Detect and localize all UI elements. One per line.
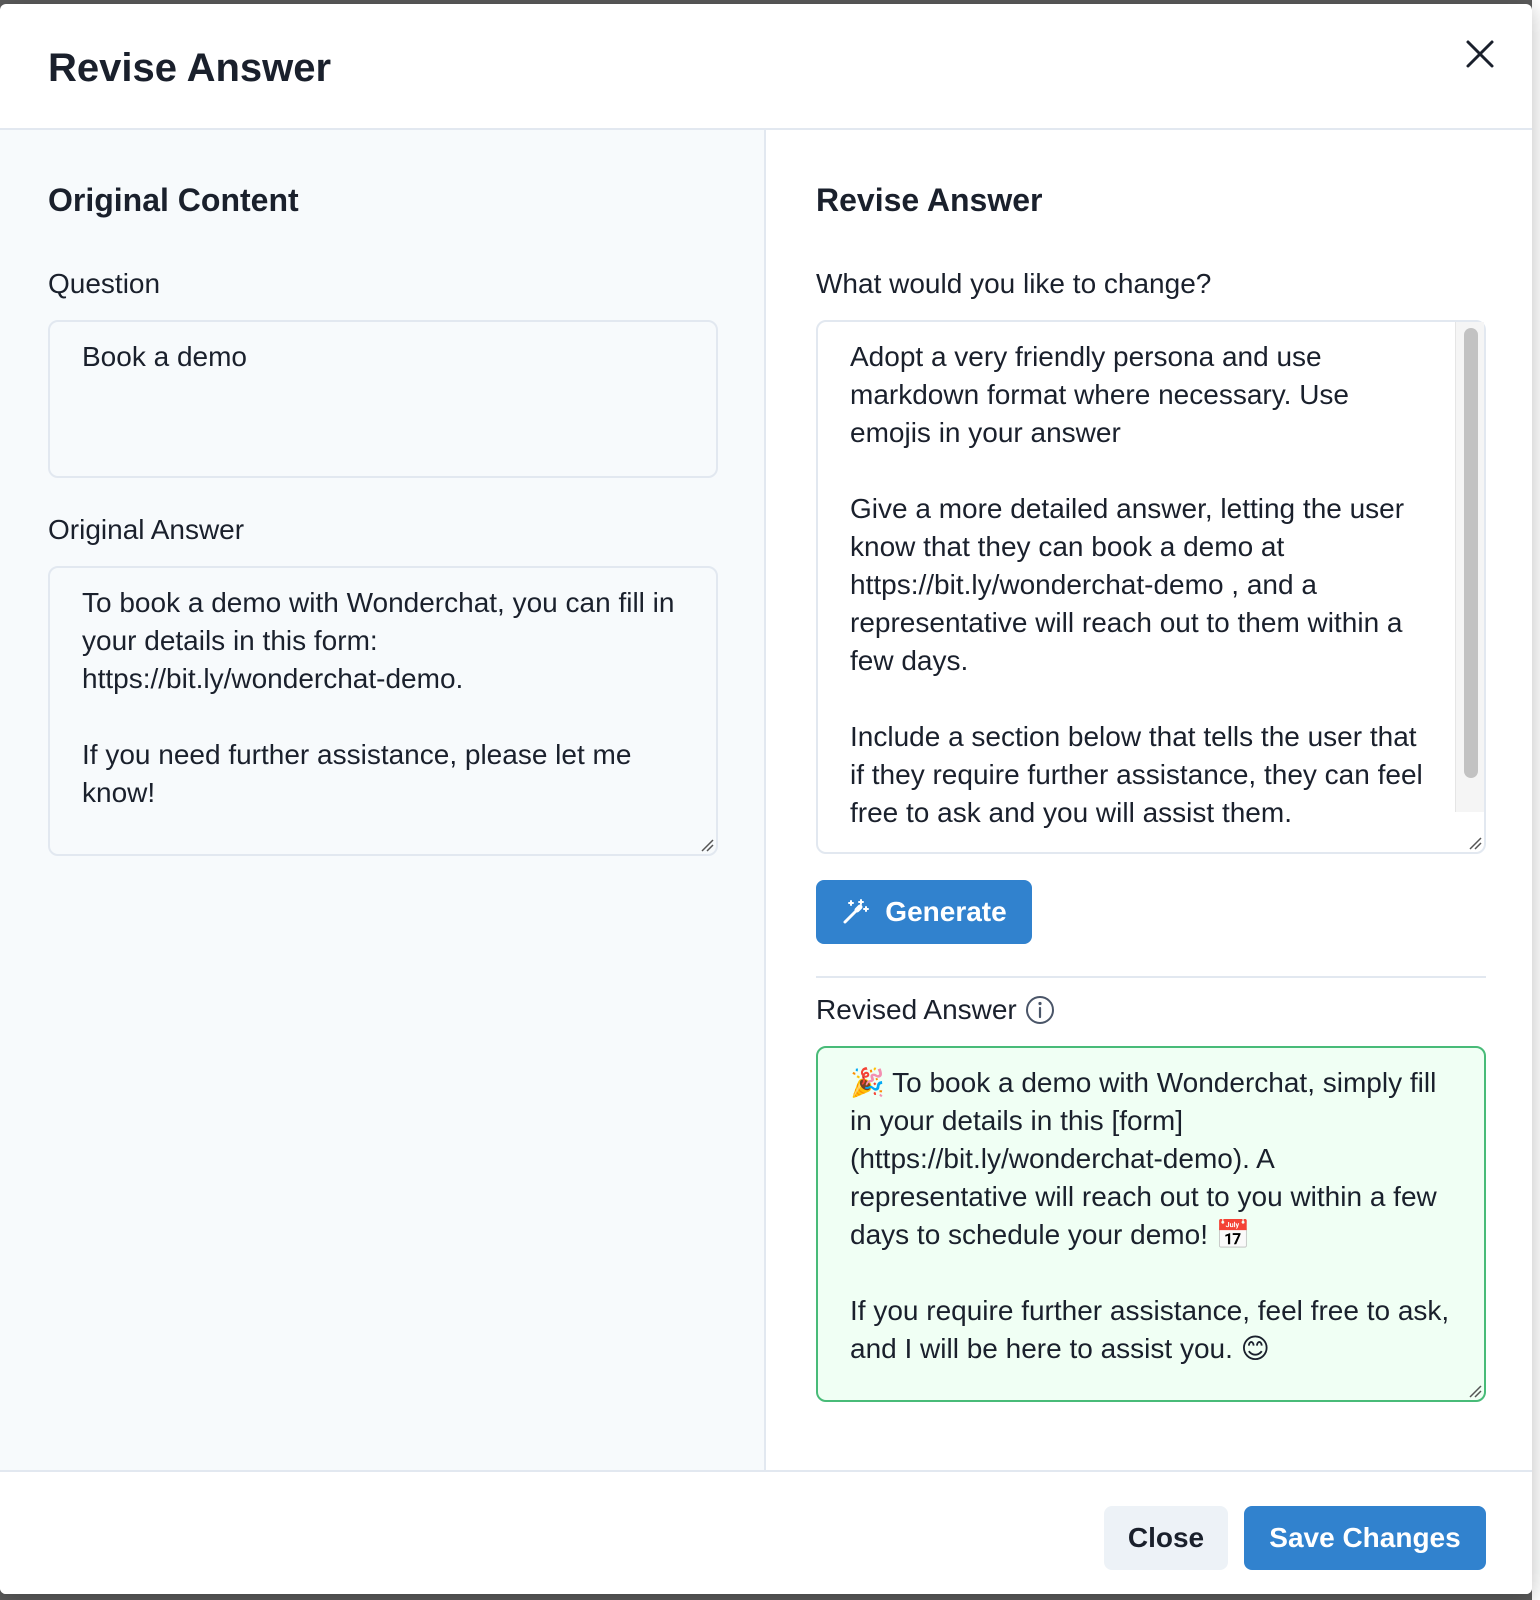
change-request-scrollbar[interactable] [1455, 322, 1484, 812]
revised-answer-field[interactable]: 🎉 To book a demo with Wonderchat, simply… [816, 1046, 1486, 1402]
modal-header: Revise Answer [0, 4, 1532, 130]
revise-answer-heading: Revise Answer [816, 182, 1043, 218]
revise-answer-panel: Revise Answer What would you like to cha… [766, 130, 1532, 1470]
revised-answer-label: Revised Answer [816, 994, 1017, 1025]
generate-button-label: Generate [885, 896, 1007, 927]
modal-title: Revise Answer [48, 46, 332, 90]
change-request-label: What would you like to change? [816, 268, 1212, 299]
section-divider [816, 976, 1486, 978]
original-content-panel: Original Content Question Book a demo Or… [0, 130, 766, 1470]
resize-grip-icon[interactable] [700, 838, 714, 852]
close-icon[interactable] [1460, 34, 1500, 74]
change-request-wrapper: Adopt a very friendly persona and use ma… [816, 320, 1486, 854]
revised-answer-label-row: Revised Answer [816, 992, 1055, 1028]
close-icon-glyph [1466, 40, 1494, 68]
original-content-heading: Original Content [48, 182, 299, 218]
close-button[interactable]: Close [1104, 1506, 1228, 1570]
question-label: Question [48, 268, 161, 299]
resize-grip-icon[interactable] [1468, 836, 1482, 850]
original-answer-field[interactable]: To book a demo with Wonderchat, you can … [48, 566, 718, 856]
change-request-textarea[interactable]: Adopt a very friendly persona and use ma… [816, 320, 1486, 854]
magic-wand-icon [843, 899, 870, 924]
resize-grip-icon[interactable] [1468, 1384, 1482, 1398]
question-field[interactable]: Book a demo [48, 320, 718, 478]
modal-body: Original Content Question Book a demo Or… [0, 130, 1532, 1470]
background-page-edge [1532, 0, 1540, 1600]
scrollbar-thumb[interactable] [1464, 328, 1478, 778]
original-answer-label: Original Answer [48, 514, 245, 545]
info-icon[interactable] [1025, 995, 1055, 1025]
generate-button[interactable]: Generate [816, 880, 1032, 944]
modal-footer: Close Save Changes [0, 1470, 1532, 1594]
original-answer-wrapper: To book a demo with Wonderchat, you can … [48, 566, 718, 856]
revised-answer-wrapper: 🎉 To book a demo with Wonderchat, simply… [816, 1046, 1486, 1402]
save-changes-button[interactable]: Save Changes [1244, 1506, 1486, 1570]
revise-answer-modal: Revise Answer Original Content Question … [0, 4, 1532, 1594]
